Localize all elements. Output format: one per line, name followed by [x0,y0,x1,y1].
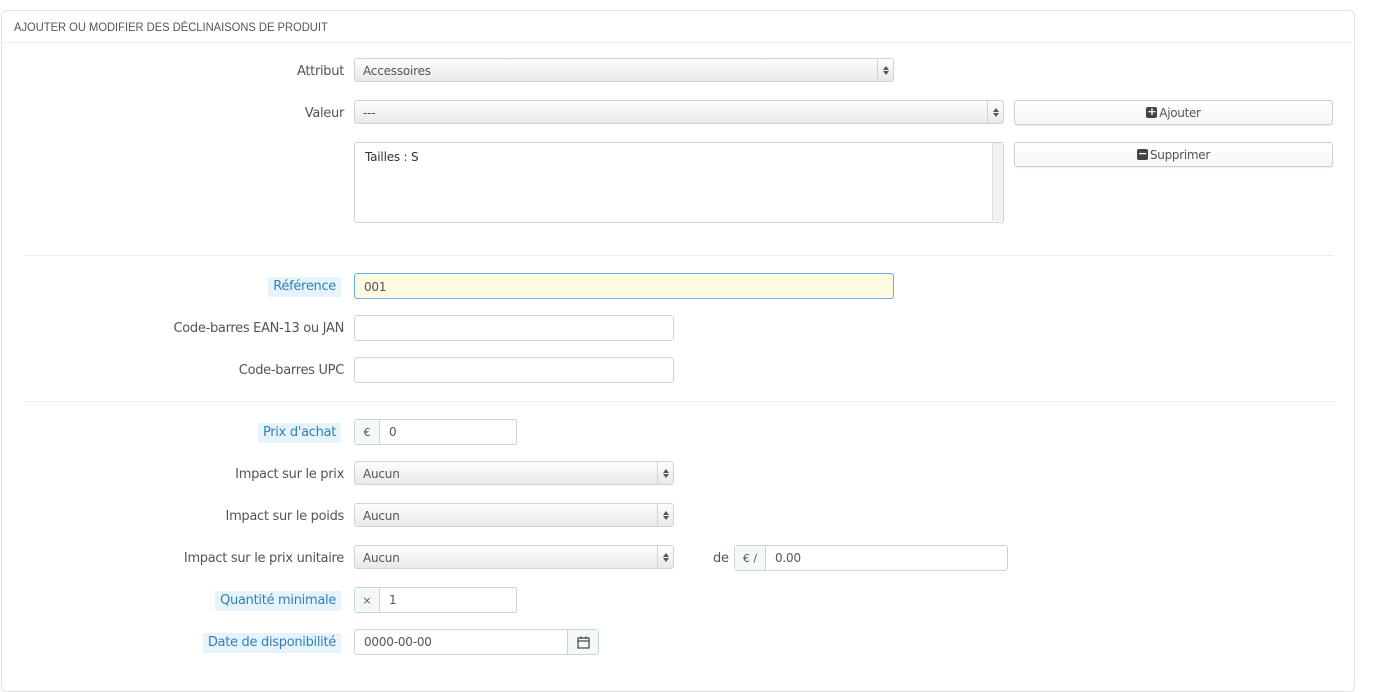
add-button[interactable]: + Ajouter [1014,100,1333,125]
unit-price-amount-group: € / 0.00 [734,545,1008,571]
select-arrows-icon [657,462,673,484]
attribute-select[interactable]: Accessoires [354,58,894,82]
wholesale-price-group: € 0 [354,419,517,445]
unit-price-amount-input[interactable]: 0.00 [766,546,1007,570]
heading-divider [1,42,1353,43]
unit-price-of-label: de [713,551,729,566]
select-arrows-icon [987,101,1003,123]
weight-impact-select[interactable]: Aucun [354,503,674,527]
combination-listbox[interactable]: Tailles : S [354,142,1004,223]
minus-square-icon: − [1136,147,1148,160]
section-divider [24,255,1334,256]
reference-label: Référence [268,277,341,297]
remove-button[interactable]: − Supprimer [1014,142,1333,167]
availability-date-input[interactable]: 0000-00-00 [355,630,567,654]
price-impact-label: Impact sur le prix [235,467,344,482]
value-label: Valeur [304,106,345,121]
select-arrows-icon [877,59,893,81]
calendar-button[interactable] [567,630,598,654]
reference-input[interactable]: 001 [354,273,894,299]
listbox-scrollbar[interactable] [992,143,1003,221]
ean13-input[interactable] [354,315,674,341]
availability-date-label: Date de disponibilité [202,633,341,653]
list-item[interactable]: Tailles : S [365,150,419,164]
wholesale-price-label: Prix d'achat [257,423,341,443]
unit-price-impact-label: Impact sur le prix unitaire [183,551,344,566]
plus-square-icon: + [1146,105,1158,118]
select-arrows-icon [657,546,673,568]
min-quantity-group: × 1 [354,587,517,613]
min-quantity-input[interactable]: 1 [380,588,516,612]
upc-input[interactable] [354,357,674,383]
unit-price-impact-select[interactable]: Aucun [354,545,674,569]
select-arrows-icon [657,504,673,526]
section-divider [24,401,1334,402]
ean13-label: Code-barres EAN-13 ou JAN [173,321,344,336]
panel-title: AJOUTER OU MODIFIER DES DÉCLINAISONS DE … [14,20,328,34]
attribute-label: Attribut [296,64,344,79]
currency-addon: € [355,420,380,444]
value-select[interactable]: --- [354,100,1004,124]
price-impact-select[interactable]: Aucun [354,461,674,485]
min-quantity-label: Quantité minimale [215,591,341,611]
unit-addon: € / [735,546,766,570]
times-addon: × [355,588,380,612]
availability-date-group: 0000-00-00 [354,629,599,655]
upc-label: Code-barres UPC [238,363,345,378]
wholesale-price-input[interactable]: 0 [380,420,516,444]
weight-impact-label: Impact sur le poids [225,509,345,524]
calendar-icon [576,636,590,649]
